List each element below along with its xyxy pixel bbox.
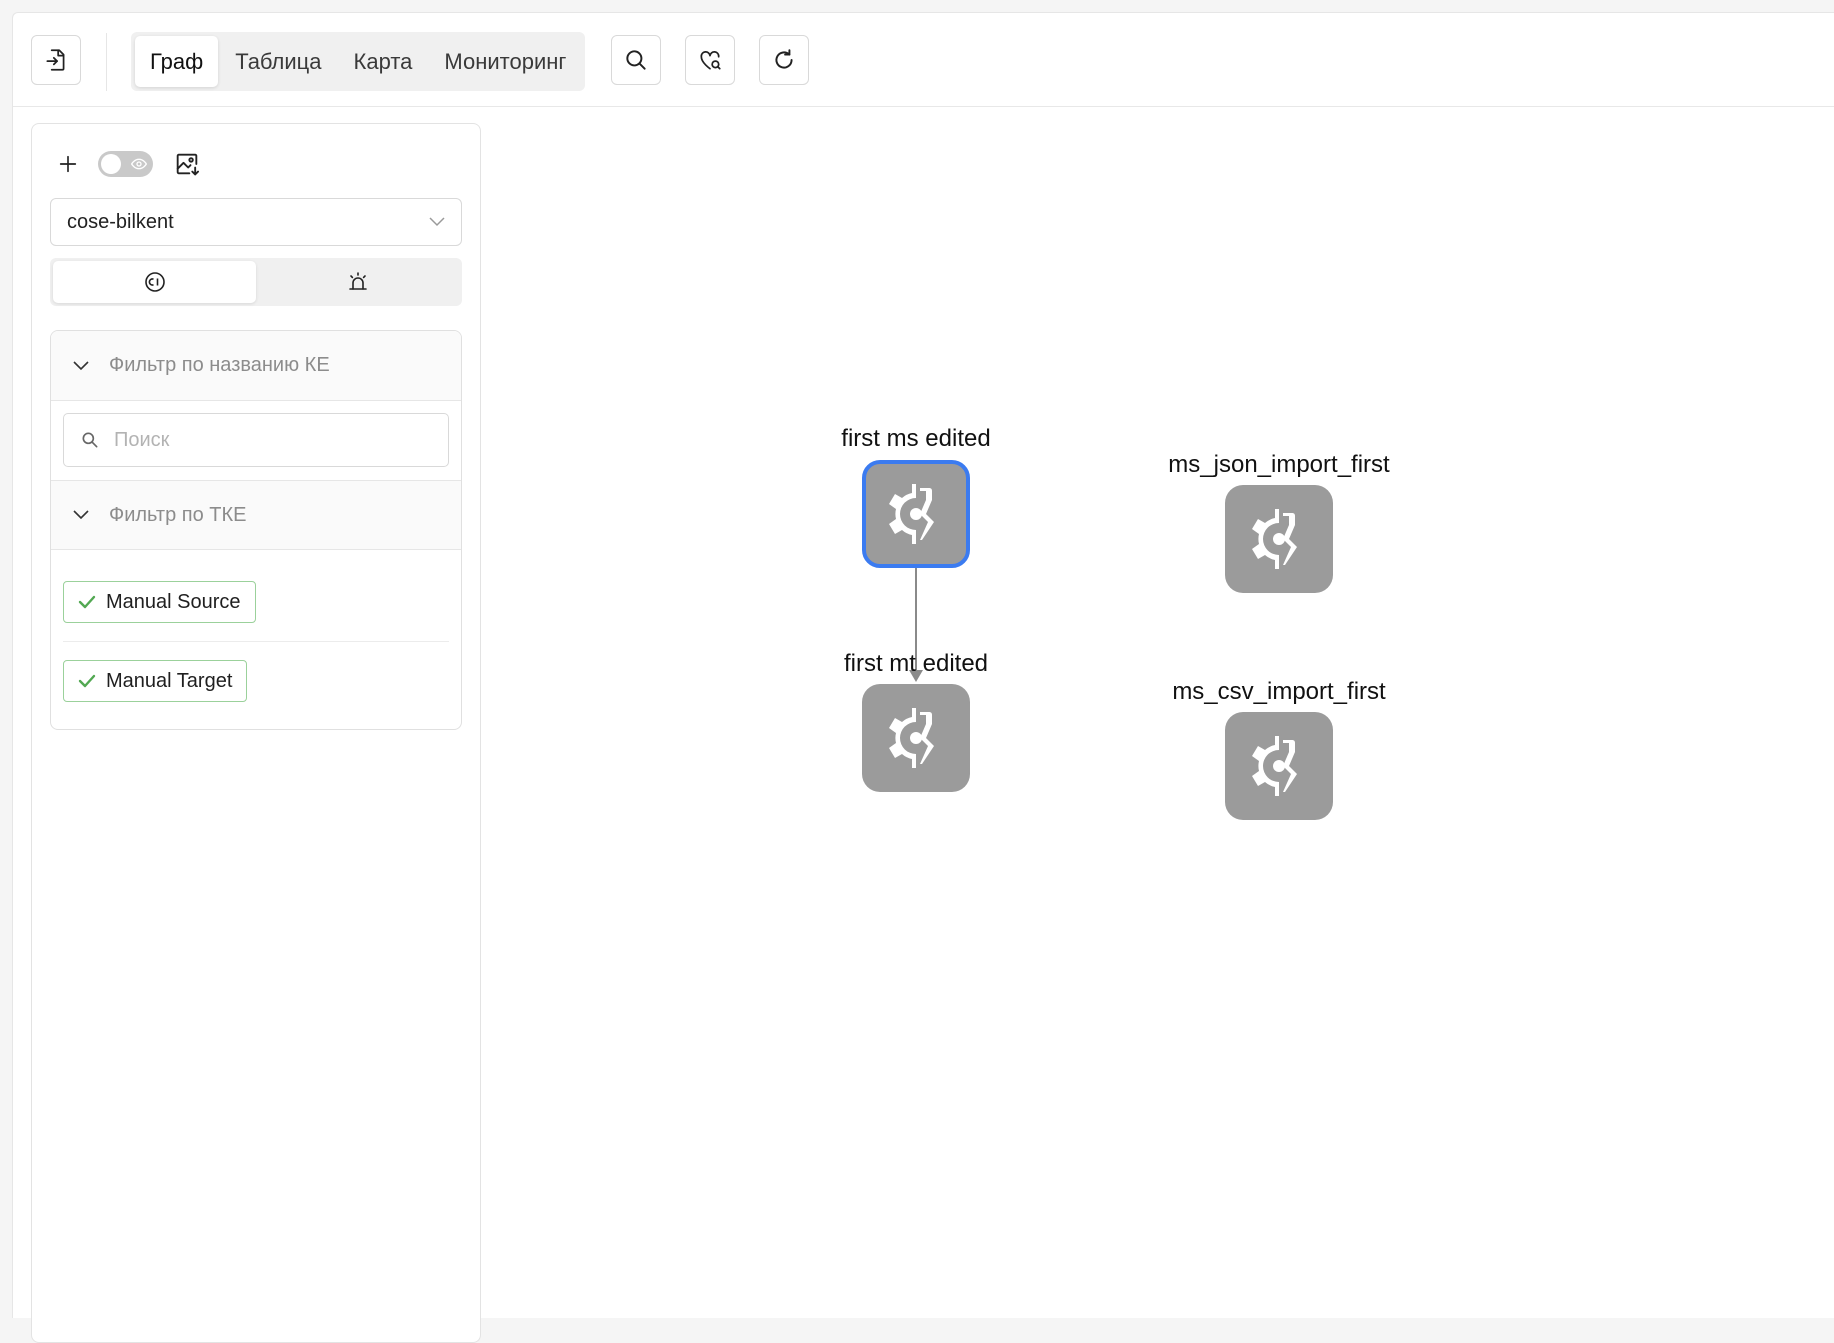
tab-map[interactable]: Карта xyxy=(339,36,428,87)
service-gear-icon xyxy=(889,708,934,768)
layout-select-value: cose-bilkent xyxy=(67,210,174,233)
filter-collapse: Фильтр по названию КЕ Фильтр по ТКЕ Manu… xyxy=(50,330,462,730)
mode-alarm[interactable] xyxy=(256,261,459,303)
graph-node-ms-csv-import-first[interactable] xyxy=(1225,712,1333,820)
chevron-down-icon xyxy=(73,510,89,520)
chevron-down-icon xyxy=(429,217,445,227)
chevron-down-icon xyxy=(73,360,89,370)
app-window: Граф Таблица Карта Мониторинг cose-bilke… xyxy=(12,12,1834,1343)
alarm-icon xyxy=(348,272,367,290)
filter-name-header[interactable]: Фильтр по названию КЕ xyxy=(51,331,461,401)
ci-icon xyxy=(144,272,165,292)
view-tabs: Граф Таблица Карта Мониторинг xyxy=(131,32,586,91)
mode-switch xyxy=(50,258,462,306)
tag-label: Manual Target xyxy=(106,669,233,692)
toolbar-divider xyxy=(106,33,107,91)
node-label: first mt edited xyxy=(843,650,989,677)
tag-divider xyxy=(63,641,449,642)
mode-ci[interactable] xyxy=(53,261,256,303)
visibility-toggle[interactable] xyxy=(98,151,153,177)
service-gear-icon xyxy=(1252,509,1297,569)
favorite-search-icon xyxy=(700,51,721,70)
favorite-search-button[interactable] xyxy=(685,35,735,85)
node-label: first ms edited xyxy=(841,425,991,452)
search-icon xyxy=(82,432,98,448)
image-download-icon xyxy=(176,153,200,176)
tag-label: Manual Source xyxy=(106,590,241,613)
refresh-icon xyxy=(775,49,793,69)
export-image-button[interactable] xyxy=(170,144,204,184)
filter-type-title: Фильтр по ТКЕ xyxy=(109,503,247,526)
tab-monitoring[interactable]: Мониторинг xyxy=(429,36,581,87)
check-icon xyxy=(78,595,96,609)
filter-type-header[interactable]: Фильтр по ТКЕ xyxy=(51,480,461,550)
graph-node-first-ms-edited[interactable] xyxy=(862,460,970,568)
type-tag-manual-source[interactable]: Manual Source xyxy=(63,581,256,623)
top-toolbar: Граф Таблица Карта Мониторинг xyxy=(13,13,1834,107)
graph-canvas[interactable]: first ms edited first mt edited ms_json_… xyxy=(495,118,1834,1318)
search-icon xyxy=(626,50,646,70)
layout-select[interactable]: cose-bilkent xyxy=(50,198,462,246)
refresh-button[interactable] xyxy=(759,35,809,85)
service-gear-icon xyxy=(1252,736,1297,796)
check-icon xyxy=(78,674,96,688)
node-label: ms_json_import_first xyxy=(1168,451,1390,478)
tab-graph[interactable]: Граф xyxy=(135,36,219,87)
node-label: ms_csv_import_first xyxy=(1172,678,1386,705)
filter-panel: cose-bilkent Фильтр по названию КЕ Поиск… xyxy=(31,123,481,1343)
eye-icon xyxy=(131,158,147,170)
import-file-button[interactable] xyxy=(31,35,81,85)
import-file-icon xyxy=(46,49,65,71)
type-tag-manual-target[interactable]: Manual Target xyxy=(63,660,248,702)
graph-node-ms-json-import-first[interactable] xyxy=(1225,485,1333,593)
search-input[interactable] xyxy=(112,427,416,453)
tab-table[interactable]: Таблица xyxy=(220,36,336,87)
graph-node-first-mt-edited[interactable] xyxy=(862,684,970,792)
add-button[interactable] xyxy=(54,144,82,184)
plus-icon xyxy=(59,155,77,173)
filter-name-title: Фильтр по названию КЕ xyxy=(109,354,330,376)
toggle-knob xyxy=(101,154,121,174)
search-field[interactable] xyxy=(63,413,449,467)
service-gear-icon xyxy=(889,484,934,544)
search-button[interactable] xyxy=(611,35,661,85)
